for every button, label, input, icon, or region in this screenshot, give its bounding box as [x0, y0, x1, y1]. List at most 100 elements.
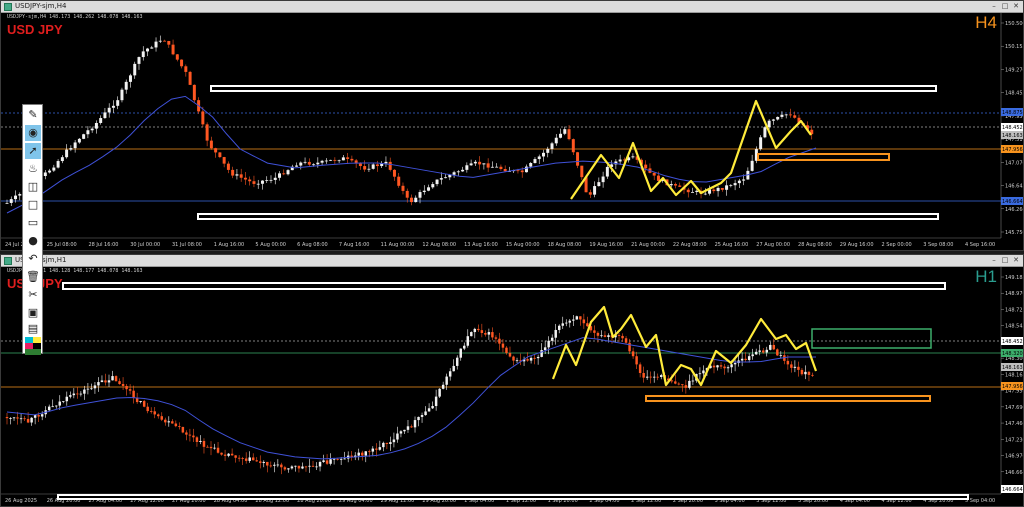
candle-body	[205, 124, 209, 141]
time-tick-label: 19 Aug 16:00	[589, 242, 623, 248]
candle-body	[14, 195, 18, 200]
chart-window-h1[interactable]: USDJPY-sjm,H1 – □ ✕ 149.185 148.970 148.72…	[0, 254, 1024, 507]
candle-body	[754, 351, 758, 355]
candle-body	[361, 452, 364, 456]
price-tick-label: 146.970	[1005, 454, 1023, 460]
candle-body	[157, 414, 160, 417]
candlestick-plot-h4[interactable]: 150.500150.155149.270148.452147.956147.5…	[1, 13, 1023, 250]
drawing-toolbar[interactable]: ✎ ◉ ➚ ♨ ◫ □ ▭ ● ↶ 🗑 ✂ ▣ ▤	[22, 104, 43, 355]
candle-body	[47, 406, 51, 411]
candle-body	[262, 461, 266, 463]
window-titlebar[interactable]: USDJPY-sjm,H4 – □ ✕	[1, 1, 1023, 13]
close-icon[interactable]: ✕	[1011, 2, 1021, 11]
maximize-icon[interactable]: □	[1000, 256, 1010, 265]
candle-body	[290, 466, 294, 469]
cursor-icon[interactable]: ➚	[25, 143, 41, 159]
candle-body	[677, 383, 681, 385]
price-tag-label: 148.163	[1002, 365, 1023, 371]
candle-body	[33, 415, 37, 418]
candle-body	[175, 54, 179, 60]
maximize-icon[interactable]: □	[1000, 2, 1010, 11]
candle-body	[192, 435, 195, 438]
price-tag-label: 148.452	[1002, 125, 1023, 131]
time-tick-label: 11 Aug 00:00	[381, 242, 415, 248]
candle-body	[543, 347, 547, 351]
time-tick-label: 25 Jul 08:00	[47, 242, 77, 248]
minimize-icon[interactable]: –	[989, 256, 999, 265]
candle-body	[565, 322, 568, 324]
time-tick-label: 1 Aug 16:00	[214, 242, 245, 248]
candle-body	[51, 406, 54, 408]
candle-body	[725, 185, 729, 190]
candle-body	[469, 163, 473, 166]
chart-window-icon	[4, 257, 12, 265]
candle-body	[607, 335, 610, 337]
time-tick-label: 28 Jul 16:00	[88, 242, 118, 248]
price-chart-h1[interactable]: 149.185 148.970 148.725 148.545 148.452 148.3…	[1, 267, 1023, 506]
candle-body	[434, 396, 438, 407]
rectangle-icon[interactable]: □	[25, 197, 41, 213]
candle-body	[413, 420, 417, 428]
candle-body	[424, 411, 427, 416]
candle-body	[286, 170, 290, 175]
candle-body	[571, 139, 575, 153]
pen-icon[interactable]: ✎	[25, 107, 41, 123]
candle-body	[779, 355, 783, 357]
candle-body	[322, 460, 325, 462]
candle-body	[384, 161, 388, 164]
tag-icon[interactable]: ◫	[25, 179, 41, 195]
candle-body	[452, 172, 456, 175]
candle-body	[649, 376, 652, 378]
candle-body	[160, 416, 163, 420]
eraser-icon[interactable]: ▭	[25, 215, 41, 231]
candlestick-plot-h1[interactable]: 149.185 148.970 148.725 148.545 148.452 148.3…	[1, 267, 1023, 506]
dot-icon[interactable]: ●	[25, 233, 41, 249]
candle-body	[128, 75, 132, 82]
candle-body	[520, 170, 524, 173]
time-tick-label: 7 Aug 16:00	[339, 242, 370, 248]
candle-body	[5, 202, 9, 204]
chart-window-h4[interactable]: USDJPY-sjm,H4 – □ ✕ 150.500 150.155 149.27…	[0, 0, 1024, 251]
candle-body	[297, 465, 301, 469]
candle-body	[414, 197, 418, 203]
candle-body	[392, 169, 396, 177]
camera-icon[interactable]: ▣	[25, 305, 41, 321]
minimize-icon[interactable]: –	[989, 2, 999, 11]
candle-body	[645, 376, 649, 378]
trash-icon[interactable]: 🗑	[25, 269, 41, 285]
candle-body	[466, 336, 470, 346]
price-tick-label: 148.300	[1005, 356, 1023, 362]
candle-body	[107, 380, 111, 383]
bell-icon[interactable]: ♨	[25, 161, 41, 177]
candle-body	[19, 418, 23, 420]
candle-body	[695, 190, 699, 192]
candle-body	[5, 417, 9, 419]
candle-body	[588, 192, 592, 195]
candle-body	[529, 163, 533, 167]
candle-body	[218, 152, 222, 158]
candle-body	[174, 423, 178, 427]
candle-body	[382, 442, 385, 448]
candle-body	[256, 183, 260, 185]
candle-body	[216, 447, 220, 453]
candle-body	[557, 325, 561, 330]
close-icon[interactable]: ✕	[1011, 256, 1021, 265]
candle-body	[125, 385, 128, 390]
window-titlebar[interactable]: USDJPY-sjm,H1 – □ ✕	[1, 255, 1023, 267]
candle-body	[656, 376, 659, 378]
candle-body	[422, 190, 426, 193]
eye-icon[interactable]: ◉	[25, 125, 41, 141]
candle-body	[58, 401, 61, 406]
candle-body	[516, 170, 520, 172]
candle-body	[121, 383, 125, 386]
price-chart-h4[interactable]: 150.500150.155149.270148.452147.956147.5…	[1, 13, 1023, 250]
clip-icon[interactable]: ✂	[25, 287, 41, 303]
price-tick-label: 148.545	[1005, 324, 1023, 330]
candle-body	[332, 458, 336, 460]
clipboard-icon[interactable]: ▤	[25, 321, 41, 337]
candle-body	[656, 175, 660, 181]
undo-icon[interactable]: ↶	[25, 251, 41, 267]
candle-body	[201, 111, 205, 125]
color-swatch-green[interactable]	[25, 349, 41, 355]
candle-body	[209, 446, 213, 449]
